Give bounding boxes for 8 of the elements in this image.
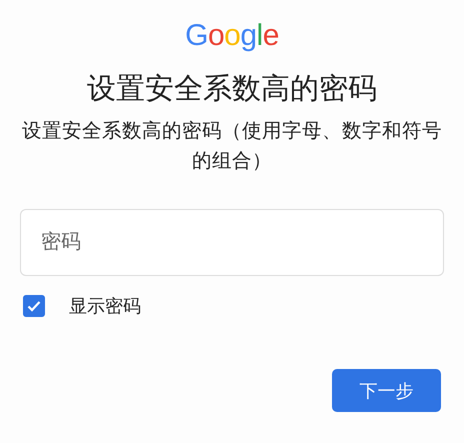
next-button[interactable]: 下一步 <box>332 369 441 412</box>
page-title: 设置安全系数高的密码 <box>87 70 377 107</box>
subtitle: 设置安全系数高的密码（使用字母、数字和符号的组合） <box>21 118 443 174</box>
checkbox-label: 显示密码 <box>69 295 141 318</box>
password-field[interactable]: 密码 <box>20 209 444 276</box>
logo: Google <box>185 18 279 54</box>
checkbox[interactable] <box>23 295 45 317</box>
check-icon <box>27 300 41 312</box>
